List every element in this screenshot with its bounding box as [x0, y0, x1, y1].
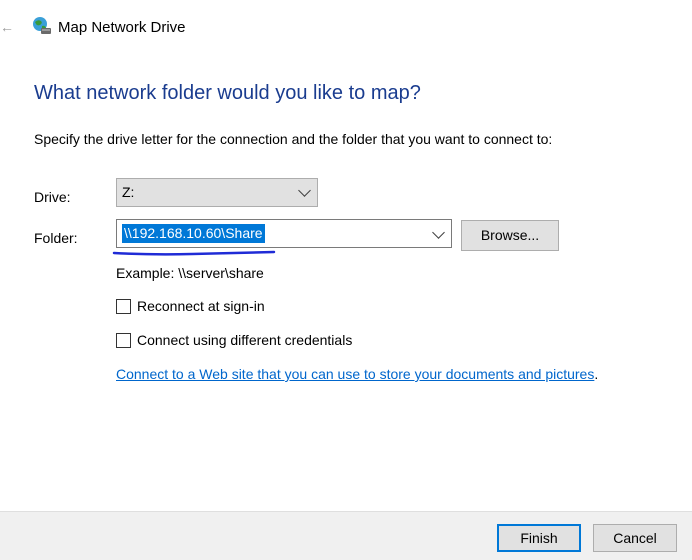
reconnect-checkbox[interactable]: [116, 298, 131, 314]
link-suffix: .: [594, 366, 599, 382]
window-title: Map Network Drive: [58, 19, 186, 36]
folder-path-value: \\192.168.10.60\Share: [122, 224, 265, 243]
drive-letter-select[interactable]: Z:: [116, 178, 318, 207]
reconnect-label[interactable]: Reconnect at sign-in: [137, 296, 265, 316]
dialog-footer: Finish Cancel: [0, 511, 692, 560]
cancel-button[interactable]: Cancel: [593, 524, 677, 552]
instruction-text: Specify the drive letter for the connect…: [34, 131, 553, 147]
drive-label: Drive:: [34, 189, 71, 205]
map-network-drive-dialog: ← Map Network Drive What network folder …: [0, 0, 692, 560]
page-heading: What network folder would you like to ma…: [34, 82, 421, 104]
different-credentials-option[interactable]: Connect using different credentials: [116, 330, 352, 350]
browse-button[interactable]: Browse...: [461, 220, 559, 251]
finish-button[interactable]: Finish: [497, 524, 581, 552]
back-arrow-icon[interactable]: ←: [0, 18, 14, 36]
chevron-down-icon[interactable]: [432, 226, 445, 239]
folder-label: Folder:: [34, 230, 78, 246]
chevron-down-icon: [298, 184, 311, 197]
web-site-link-row: Connect to a Web site that you can use t…: [116, 364, 598, 384]
network-drive-globe-icon: [32, 16, 52, 36]
folder-path-combobox[interactable]: \\192.168.10.60\Share: [116, 219, 452, 248]
connect-web-site-link[interactable]: Connect to a Web site that you can use t…: [116, 366, 594, 382]
different-credentials-checkbox[interactable]: [116, 332, 131, 348]
reconnect-at-sign-in-option[interactable]: Reconnect at sign-in: [116, 296, 265, 316]
handwritten-underline-annotation: [112, 250, 276, 256]
drive-letter-value: Z:: [122, 184, 135, 200]
different-credentials-label[interactable]: Connect using different credentials: [137, 330, 352, 350]
folder-example-text: Example: \\server\share: [116, 265, 264, 281]
